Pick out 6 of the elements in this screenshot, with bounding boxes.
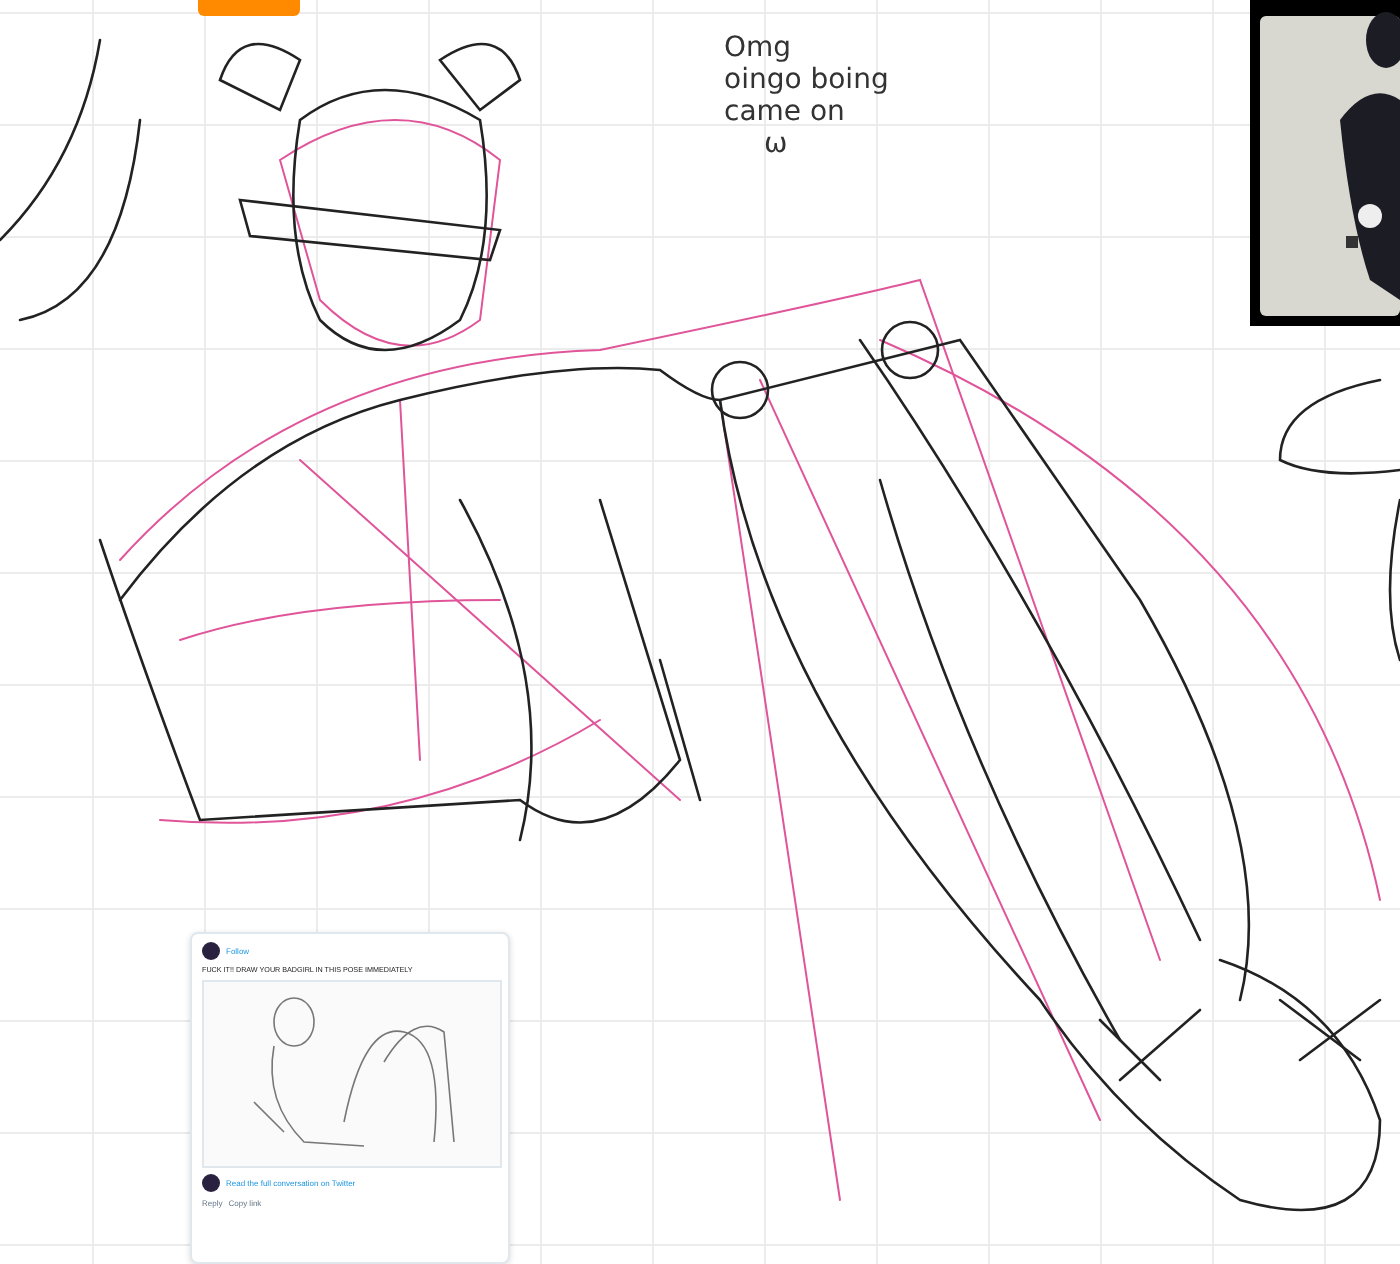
handwritten-note: oingo boing (724, 64, 889, 96)
avatar-icon (202, 1174, 220, 1192)
handwritten-note: ω (762, 128, 790, 160)
handwritten-note: came on (724, 96, 847, 128)
avatar-icon (202, 942, 220, 960)
handwritten-note: Omg (724, 32, 794, 64)
